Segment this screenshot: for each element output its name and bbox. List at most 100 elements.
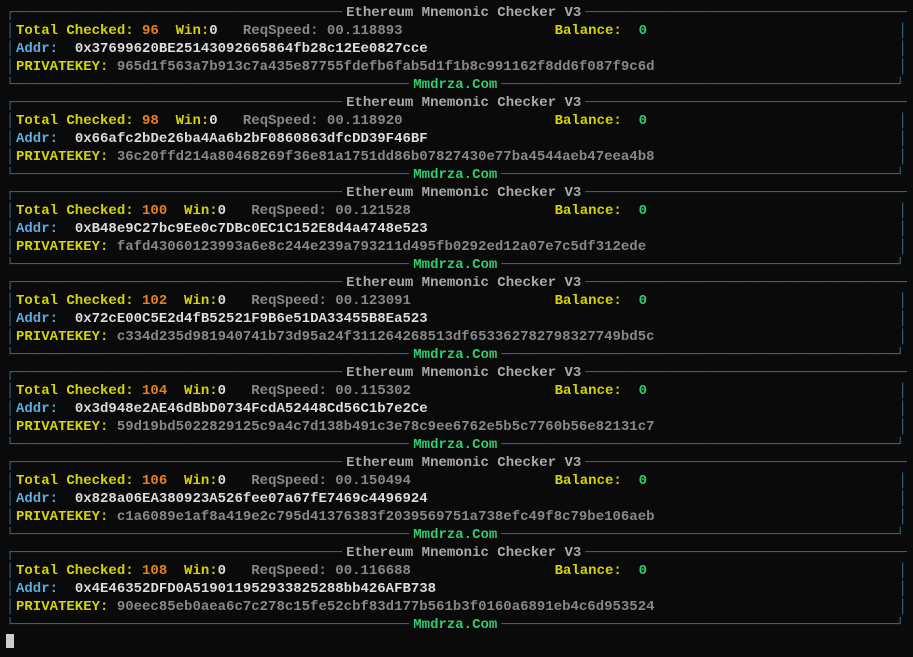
- block-footer: └───────────────────────────────────────…: [6, 526, 907, 544]
- reqspeed-value: 00.115302: [327, 383, 411, 399]
- terminal-cursor: [6, 634, 14, 648]
- addr-label: Addr:: [16, 221, 58, 237]
- reqspeed-value: 00.116688: [327, 563, 411, 579]
- block-header: ┌───────────────────────────────────────…: [6, 4, 907, 22]
- app-title: Ethereum Mnemonic Checker V3: [342, 185, 585, 201]
- addr-value: 0xB48e9C27bc9Ee0c7DBc0EC1C152E8d4a4748e5…: [75, 221, 428, 237]
- app-title: Ethereum Mnemonic Checker V3: [342, 545, 585, 561]
- stats-line: │ Total Checked: 108 Win: 0 ReqSpeed: 00…: [6, 562, 907, 580]
- total-checked-value: 102: [134, 293, 168, 309]
- privatekey-line: │ PRIVATEKEY: 90eec85eb0aea6c7c278c15fe5…: [6, 598, 907, 616]
- terminal-output: ┌───────────────────────────────────────…: [6, 4, 907, 634]
- stats-line: │ Total Checked: 100 Win: 0 ReqSpeed: 00…: [6, 202, 907, 220]
- footer-text: Mmdrza.Com: [409, 257, 501, 273]
- app-title: Ethereum Mnemonic Checker V3: [342, 365, 585, 381]
- checker-block: ┌───────────────────────────────────────…: [6, 454, 907, 544]
- reqspeed-label: ReqSpeed:: [251, 203, 327, 219]
- total-checked-value: 104: [134, 383, 168, 399]
- addr-value: 0x4E46352DFD0A519011952933825288bb426AFB…: [75, 581, 436, 597]
- win-value: 0: [218, 293, 226, 309]
- addr-value: 0x66afc2bDe26ba4Aa6b2bF0860863dfcDD39F46…: [75, 131, 428, 147]
- stats-line: │ Total Checked: 104 Win: 0 ReqSpeed: 00…: [6, 382, 907, 400]
- win-value: 0: [218, 473, 226, 489]
- privatekey-line: │ PRIVATEKEY: c1a6089e1af8a419e2c795d413…: [6, 508, 907, 526]
- checker-block: ┌───────────────────────────────────────…: [6, 544, 907, 634]
- block-header: ┌───────────────────────────────────────…: [6, 274, 907, 292]
- balance-value: 0: [630, 23, 647, 39]
- app-title: Ethereum Mnemonic Checker V3: [342, 455, 585, 471]
- reqspeed-label: ReqSpeed:: [243, 23, 319, 39]
- block-header: ┌───────────────────────────────────────…: [6, 94, 907, 112]
- checker-block: ┌───────────────────────────────────────…: [6, 364, 907, 454]
- addr-value: 0x3d948e2AE46dBbD0734FcdA52448Cd56C1b7e2…: [75, 401, 428, 417]
- balance-value: 0: [630, 293, 647, 309]
- reqspeed-value: 00.118920: [319, 113, 403, 129]
- win-value: 0: [209, 23, 217, 39]
- win-value: 0: [218, 563, 226, 579]
- block-header: ┌───────────────────────────────────────…: [6, 184, 907, 202]
- balance-label: Balance:: [555, 293, 622, 309]
- addr-line: │ Addr: 0x72cE00C5E2d4fB52521F9B6e51DA33…: [6, 310, 907, 328]
- stats-line: │ Total Checked: 106 Win: 0 ReqSpeed: 00…: [6, 472, 907, 490]
- total-checked-value: 98: [134, 113, 159, 129]
- privatekey-label: PRIVATEKEY:: [16, 599, 108, 615]
- addr-label: Addr:: [16, 491, 58, 507]
- privatekey-line: │ PRIVATEKEY: 965d1f563a7b913c7a435e8775…: [6, 58, 907, 76]
- total-checked-label: Total Checked:: [16, 113, 134, 129]
- total-checked-value: 96: [134, 23, 159, 39]
- total-checked-value: 100: [134, 203, 168, 219]
- footer-text: Mmdrza.Com: [409, 437, 501, 453]
- footer-text: Mmdrza.Com: [409, 617, 501, 633]
- balance-label: Balance:: [555, 563, 622, 579]
- addr-label: Addr:: [16, 131, 58, 147]
- privatekey-value: fafd43060123993a6e8c244e239a793211d495fb…: [117, 239, 646, 255]
- privatekey-line: │ PRIVATEKEY: 36c20ffd214a80468269f36e81…: [6, 148, 907, 166]
- checker-block: ┌───────────────────────────────────────…: [6, 94, 907, 184]
- addr-line: │ Addr: 0x37699620BE25143092665864fb28c1…: [6, 40, 907, 58]
- block-footer: └───────────────────────────────────────…: [6, 166, 907, 184]
- total-checked-value: 108: [134, 563, 168, 579]
- balance-label: Balance:: [555, 23, 622, 39]
- balance-value: 0: [630, 563, 647, 579]
- reqspeed-label: ReqSpeed:: [251, 563, 327, 579]
- privatekey-label: PRIVATEKEY:: [16, 509, 108, 525]
- addr-line: │ Addr: 0x4E46352DFD0A519011952933825288…: [6, 580, 907, 598]
- privatekey-value: 59d19bd5022829125c9a4c7d138b491c3e78c9ee…: [117, 419, 655, 435]
- win-value: 0: [218, 383, 226, 399]
- reqspeed-value: 00.118893: [319, 23, 403, 39]
- privatekey-line: │ PRIVATEKEY: fafd43060123993a6e8c244e23…: [6, 238, 907, 256]
- privatekey-value: c1a6089e1af8a419e2c795d41376383f20395697…: [117, 509, 655, 525]
- addr-line: │ Addr: 0x66afc2bDe26ba4Aa6b2bF0860863df…: [6, 130, 907, 148]
- addr-line: │ Addr: 0xB48e9C27bc9Ee0c7DBc0EC1C152E8d…: [6, 220, 907, 238]
- privatekey-label: PRIVATEKEY:: [16, 239, 108, 255]
- checker-block: ┌───────────────────────────────────────…: [6, 274, 907, 364]
- addr-line: │ Addr: 0x3d948e2AE46dBbD0734FcdA52448Cd…: [6, 400, 907, 418]
- reqspeed-value: 00.123091: [327, 293, 411, 309]
- stats-line: │ Total Checked: 102 Win: 0 ReqSpeed: 00…: [6, 292, 907, 310]
- balance-value: 0: [630, 203, 647, 219]
- win-label: Win:: [184, 293, 218, 309]
- addr-label: Addr:: [16, 41, 58, 57]
- win-label: Win:: [184, 563, 218, 579]
- footer-text: Mmdrza.Com: [409, 77, 501, 93]
- block-footer: └───────────────────────────────────────…: [6, 76, 907, 94]
- stats-line: │ Total Checked: 98 Win: 0 ReqSpeed: 00.…: [6, 112, 907, 130]
- win-label: Win:: [176, 113, 210, 129]
- total-checked-label: Total Checked:: [16, 473, 134, 489]
- privatekey-value: 90eec85eb0aea6c7c278c15fe52cbf83d177b561…: [117, 599, 655, 615]
- reqspeed-label: ReqSpeed:: [251, 473, 327, 489]
- total-checked-label: Total Checked:: [16, 383, 134, 399]
- privatekey-value: 36c20ffd214a80468269f36e81a1751dd86b0782…: [117, 149, 655, 165]
- balance-label: Balance:: [555, 473, 622, 489]
- addr-line: │ Addr: 0x828a06EA380923A526fee07a67fE74…: [6, 490, 907, 508]
- block-footer: └───────────────────────────────────────…: [6, 616, 907, 634]
- app-title: Ethereum Mnemonic Checker V3: [342, 275, 585, 291]
- checker-block: ┌───────────────────────────────────────…: [6, 4, 907, 94]
- addr-label: Addr:: [16, 311, 58, 327]
- addr-value: 0x828a06EA380923A526fee07a67fE7469c44969…: [75, 491, 428, 507]
- app-title: Ethereum Mnemonic Checker V3: [342, 5, 585, 21]
- balance-value: 0: [630, 473, 647, 489]
- reqspeed-value: 00.150494: [327, 473, 411, 489]
- block-header: ┌───────────────────────────────────────…: [6, 364, 907, 382]
- balance-value: 0: [630, 383, 647, 399]
